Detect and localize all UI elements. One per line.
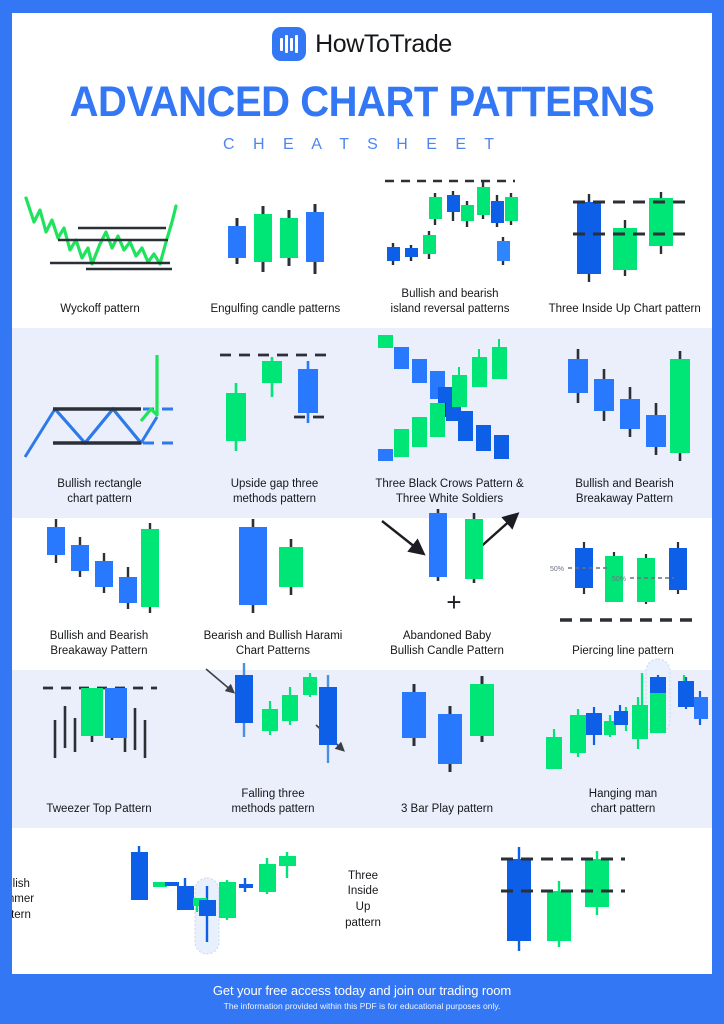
- hanging-man-chart: [538, 653, 708, 777]
- pattern-cell-three-inside-up: Three Inside Up pattern: [345, 828, 712, 974]
- footer-disclaimer: The information provided within this PDF…: [223, 1001, 501, 1011]
- pattern-cell-crows-soldiers: Three Black Crows Pattern & Three White …: [362, 328, 537, 518]
- island-reversal-chart: [367, 169, 534, 277]
- wyckoff-chart: [16, 184, 184, 292]
- abandoned-baby-chart: +: [364, 503, 530, 619]
- pattern-caption: Three Inside Up pattern: [345, 869, 381, 929]
- pattern-cell-island-reversal: Bullish and bearish island reversal patt…: [363, 176, 538, 328]
- pattern-caption: Tweezer Top Pattern: [46, 803, 152, 816]
- pattern-row: Wyckoff pattern Engulfing candle pattern…: [12, 176, 712, 328]
- tweezer-top-chart: [16, 678, 182, 792]
- upside-gap-three-chart: [191, 336, 358, 467]
- pattern-cell-bullish-hammer: Bullish hammer pattern: [12, 828, 362, 974]
- harami-chart: [190, 515, 356, 619]
- pattern-cell-harami: Bearish and Bullish Harami Chart Pattern…: [186, 518, 360, 670]
- sheet-inner: HowToTrade ADVANCED CHART PATTERNS C H E…: [12, 13, 712, 1012]
- pattern-caption: Wyckoff pattern: [60, 303, 140, 316]
- pattern-caption: Upside gap three methods pattern: [230, 477, 319, 506]
- pattern-caption: Hanging man chart pattern: [588, 787, 658, 816]
- pattern-row: Bullish and Bearish Breakaway Pattern Be…: [12, 508, 712, 670]
- crows-soldiers-chart: [366, 331, 533, 467]
- pattern-cell-three-bar-play: 3 Bar Play pattern: [360, 670, 534, 828]
- pattern-caption: Bullish and Bearish Breakaway Pattern: [49, 629, 149, 658]
- pattern-cell-bullish-rectangle: Bullish rectangle chart pattern: [12, 328, 187, 518]
- pattern-cell-wyckoff: Wyckoff pattern: [12, 176, 188, 328]
- pattern-caption: Abandoned Baby Bullish Candle Pattern: [390, 629, 504, 658]
- pattern-cell-engulfing: Engulfing candle patterns: [188, 176, 363, 328]
- page-subtitle: C H E A T S H E E T: [223, 136, 501, 153]
- pattern-cell-breakaway-a: Bullish and Bearish Breakaway Pattern: [537, 328, 712, 518]
- breakaway-b-chart: [16, 515, 182, 619]
- brand-name: HowToTrade: [315, 29, 452, 58]
- three-inside-up-chart2: [387, 843, 712, 957]
- pattern-cell-upside-gap-three: Upside gap three methods pattern: [187, 328, 362, 518]
- pattern-caption: Engulfing candle patterns: [210, 303, 341, 316]
- footer-banner: Get your free access today and join our …: [12, 974, 712, 1012]
- pattern-cell-abandoned-baby: + Abandoned Baby Bullish Candle Pattern: [360, 508, 534, 670]
- pattern-caption: 3 Bar Play pattern: [400, 803, 494, 816]
- cheat-sheet-page: HowToTrade ADVANCED CHART PATTERNS C H E…: [0, 0, 724, 1024]
- pattern-row: Tweezer Top Pattern Falling three method…: [12, 658, 712, 828]
- pattern-caption: Bullish and bearish island reversal patt…: [390, 287, 510, 316]
- bar-chart-logo-icon: [272, 27, 307, 61]
- pattern-caption: Falling three methods pattern: [231, 787, 315, 816]
- level-label-right: 50%: [612, 576, 626, 583]
- piercing-line-chart: 50% 50%: [538, 526, 708, 634]
- pattern-caption: Bullish hammer pattern: [12, 877, 35, 921]
- bullish-rectangle-chart: [16, 336, 183, 467]
- breakaway-a-chart: [541, 336, 708, 467]
- falling-three-chart: [190, 659, 356, 777]
- page-title: ADVANCED CHART PATTERNS: [69, 78, 655, 126]
- pattern-grid: Wyckoff pattern Engulfing candle pattern…: [12, 176, 712, 974]
- engulfing-chart: [192, 184, 359, 292]
- pattern-row: Bullish hammer pattern: [12, 828, 712, 974]
- pattern-cell-hanging-man: Hanging man chart pattern: [534, 658, 712, 828]
- pattern-cell-three-inside-up-chart: Three Inside Up Chart pattern: [537, 176, 712, 328]
- plus-symbol: +: [446, 587, 461, 617]
- pattern-caption: Bearish and Bullish Harami Chart Pattern…: [203, 629, 343, 658]
- pattern-caption: Bullish rectangle chart pattern: [57, 477, 142, 506]
- pattern-caption: Three Inside Up Chart pattern: [548, 303, 701, 316]
- level-label-left: 50%: [550, 566, 564, 573]
- bullish-hammer-chart: [40, 842, 382, 958]
- footer-headline: Get your free access today and join our …: [212, 983, 512, 998]
- three-bar-play-chart: [364, 674, 530, 792]
- pattern-row: Bullish rectangle chart pattern Upside g…: [12, 328, 712, 518]
- three-inside-up-chart-chart: [541, 184, 708, 292]
- pattern-caption: Bullish and Bearish Breakaway Pattern: [575, 477, 674, 506]
- pattern-cell-breakaway-b: Bullish and Bearish Breakaway Pattern: [12, 518, 186, 670]
- pattern-cell-falling-three: Falling three methods pattern: [186, 662, 360, 828]
- pattern-cell-tweezer-top: Tweezer Top Pattern: [12, 670, 186, 828]
- pattern-cell-piercing-line: 50% 50% Piercing line pattern: [534, 518, 712, 670]
- brand-header: HowToTrade: [12, 27, 712, 61]
